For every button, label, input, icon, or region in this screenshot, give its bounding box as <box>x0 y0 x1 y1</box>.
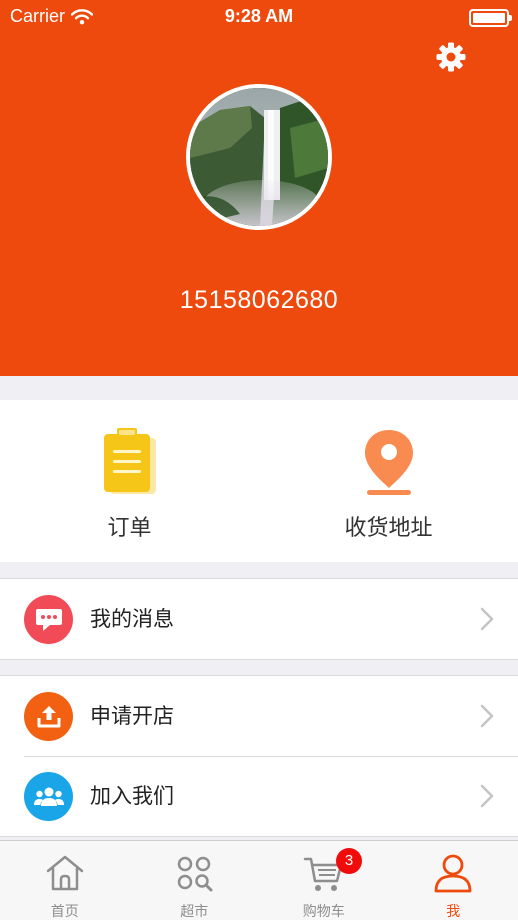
location-pin-icon <box>364 430 413 495</box>
tab-me[interactable]: 我 <box>389 841 518 920</box>
menu-row-join-us[interactable]: 加入我们 <box>0 756 518 836</box>
menu-row-apply-store[interactable]: 申请开店 <box>0 676 518 756</box>
orders-button[interactable]: 订单 <box>0 400 259 562</box>
chat-bubble-icon <box>24 595 73 644</box>
chevron-right-icon <box>480 607 494 631</box>
shipping-address-button[interactable]: 收货地址 <box>259 400 518 562</box>
menu-group-messages: 我的消息 <box>0 578 518 660</box>
tab-label: 超市 <box>180 904 209 920</box>
status-bar: Carrier 9:28 AM <box>0 0 518 36</box>
menu-label: 加入我们 <box>90 784 174 808</box>
menu-group-business: 申请开店 加入我们 <box>0 675 518 837</box>
upload-tray-icon <box>24 692 73 741</box>
group-icon <box>24 772 73 821</box>
menu-row-my-messages[interactable]: 我的消息 <box>0 579 518 659</box>
menu-label: 我的消息 <box>90 607 174 631</box>
clock: 9:28 AM <box>224 6 294 26</box>
home-icon <box>46 855 83 891</box>
clipboard-icon <box>103 428 156 494</box>
cart-count-badge: 3 <box>336 848 362 874</box>
avatar-waterfall-image <box>190 88 328 226</box>
user-phone-number: 15158062680 <box>179 286 339 314</box>
chevron-right-icon <box>480 704 494 728</box>
chevron-right-icon <box>480 784 494 808</box>
quick-actions: 订单 收货地址 <box>0 400 518 562</box>
profile-header: Carrier 9:28 AM 15158062680 <box>0 0 518 376</box>
shipping-address-label: 收货地址 <box>344 516 433 541</box>
settings-button[interactable] <box>434 40 468 74</box>
tab-supermarket[interactable]: 超市 <box>130 841 260 920</box>
avatar[interactable] <box>186 84 332 230</box>
menu-label: 申请开店 <box>90 704 174 728</box>
orders-label: 订单 <box>107 516 152 541</box>
grid-search-icon <box>178 856 213 892</box>
tab-bar: 首页 超市 购物车 我 <box>0 840 518 920</box>
battery-icon <box>469 9 512 27</box>
gear-icon <box>436 42 466 72</box>
tab-cart[interactable]: 购物车 <box>259 841 389 920</box>
tab-label: 首页 <box>50 904 79 920</box>
tab-label: 购物车 <box>302 904 345 920</box>
tab-home[interactable]: 首页 <box>0 841 130 920</box>
person-icon <box>434 854 472 893</box>
tab-label: 我 <box>446 904 461 920</box>
